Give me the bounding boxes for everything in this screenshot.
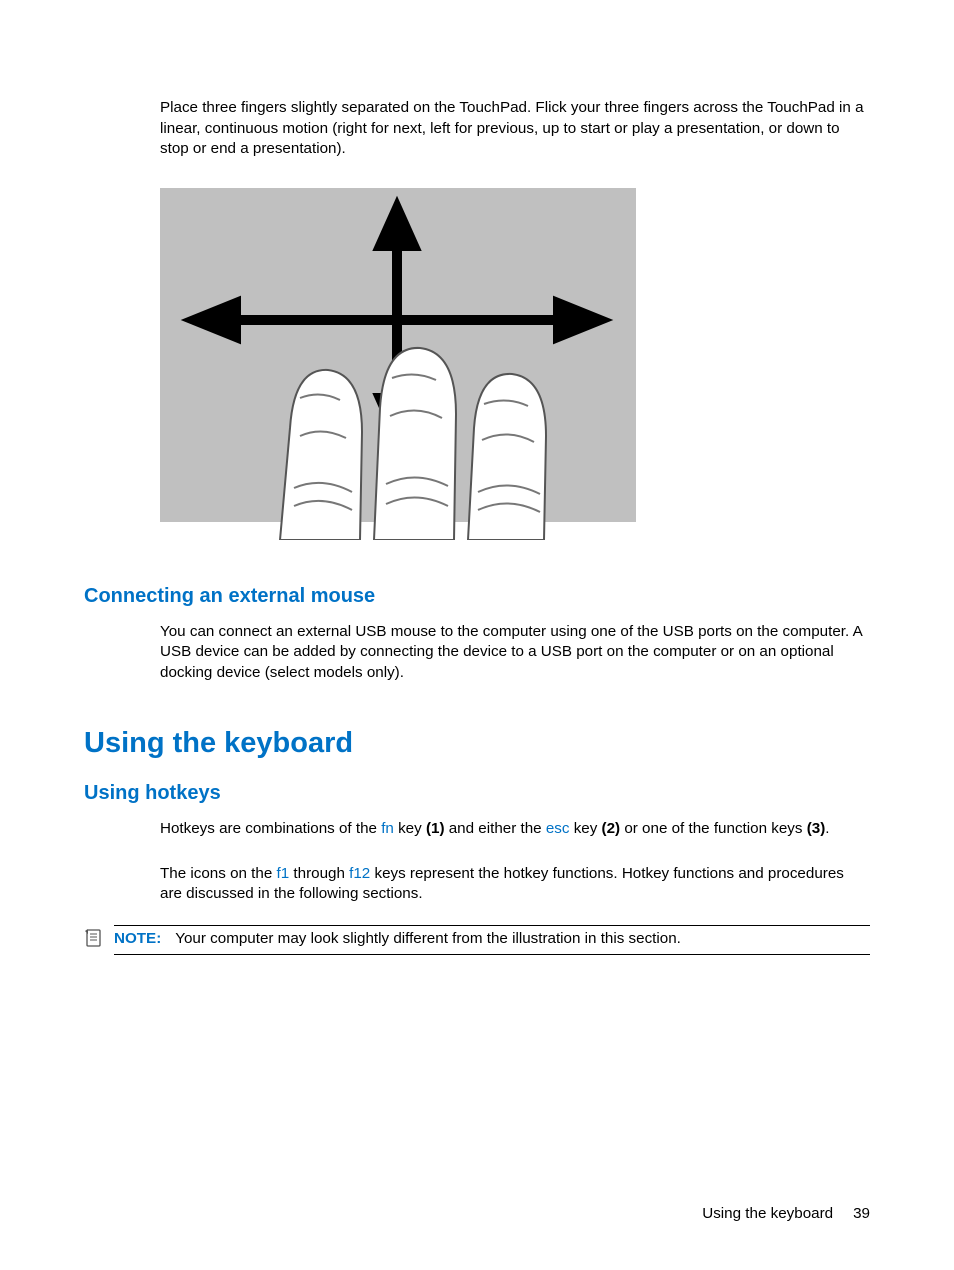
page-footer: Using the keyboard 39 (702, 1205, 870, 1222)
hotkeys-paragraph-2: The icons on the f1 through f12 keys rep… (160, 864, 870, 905)
heading-using-hotkeys: Using hotkeys (84, 782, 870, 805)
mouse-paragraph: You can connect an external USB mouse to… (160, 622, 870, 684)
hotkeys-paragraph-1: Hotkeys are combinations of the fn key (… (160, 819, 870, 840)
footer-page-number: 39 (853, 1205, 870, 1222)
note-label: NOTE: (114, 930, 161, 947)
heading-connecting-external-mouse: Connecting an external mouse (84, 585, 870, 608)
note-block: NOTE: Your computer may look slightly dif… (114, 925, 870, 955)
intro-paragraph: Place three fingers slightly separated o… (160, 98, 870, 160)
note-icon (84, 928, 104, 948)
heading-using-keyboard: Using the keyboard (84, 727, 870, 760)
note-text: Your computer may look slightly differen… (175, 930, 681, 947)
footer-section-title: Using the keyboard (702, 1205, 833, 1222)
touchpad-three-finger-flick-illustration (160, 188, 870, 545)
